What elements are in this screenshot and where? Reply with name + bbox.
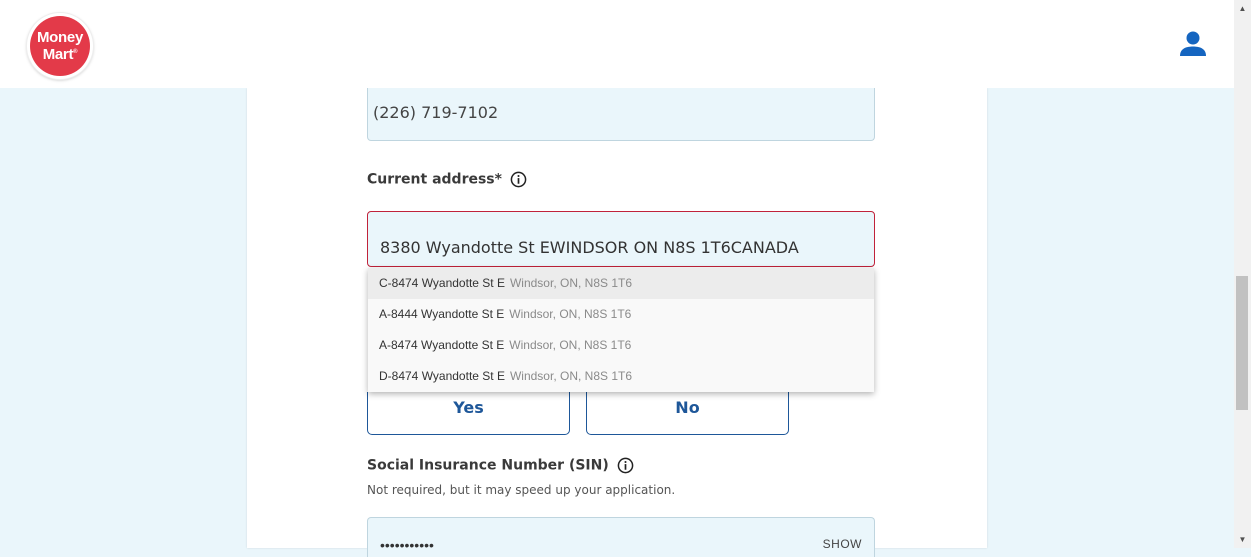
sin-label: Social Insurance Number (SIN) — [367, 457, 634, 474]
no-button[interactable]: No — [586, 392, 789, 435]
address-value: 8380 Wyandotte St EWINDSOR ON N8S 1T6CAN… — [380, 238, 799, 257]
suggestion-city: Windsor, ON, N8S 1T6 — [509, 276, 633, 290]
page-scrollbar[interactable]: ▲ ▼ — [1234, 0, 1251, 548]
suggestion-street: A-8474 Wyandotte St E — [379, 338, 505, 352]
suggestion-item[interactable]: A-8444 Wyandotte St E Windsor, ON, N8S 1T… — [368, 299, 874, 330]
scrollbar-thumb[interactable] — [1236, 276, 1248, 410]
suggestion-city: Windsor, ON, N8S 1T6 — [509, 307, 632, 321]
sin-value: ••••••••••• — [380, 537, 434, 553]
current-address-label: Current address* — [367, 171, 527, 188]
logo-line2: Mart® — [42, 46, 78, 63]
suggestion-item[interactable]: A-8474 Wyandotte St E Windsor, ON, N8S 1T… — [368, 330, 874, 361]
suggestion-item[interactable]: C-8474 Wyandotte St E Windsor, ON, N8S 1T… — [368, 268, 874, 299]
suggestion-city: Windsor, ON, N8S 1T6 — [509, 338, 632, 352]
suggestion-street: C-8474 Wyandotte St E — [379, 276, 505, 290]
site-header: Money Mart® — [0, 0, 1234, 88]
yes-button[interactable]: Yes — [367, 392, 570, 435]
sin-helper-text: Not required, but it may speed up your a… — [367, 483, 676, 497]
address-suggestions-dropdown: C-8474 Wyandotte St E Windsor, ON, N8S 1T… — [368, 268, 874, 392]
info-icon[interactable] — [510, 171, 527, 188]
current-address-input[interactable]: 8380 Wyandotte St EWINDSOR ON N8S 1T6CAN… — [367, 211, 875, 267]
phone-value: (226) 719-7102 — [373, 103, 499, 122]
scroll-down-arrow-icon[interactable]: ▼ — [1234, 531, 1251, 548]
sin-input[interactable]: ••••••••••• SHOW — [367, 517, 875, 557]
suggestion-street: D-8474 Wyandotte St E — [379, 369, 505, 383]
money-mart-logo[interactable]: Money Mart® — [27, 13, 93, 79]
phone-field[interactable]: (226) 719-7102 — [367, 80, 875, 141]
suggestion-street: A-8444 Wyandotte St E — [379, 307, 505, 321]
logo-badge: Money Mart® — [30, 16, 90, 76]
user-icon[interactable] — [1178, 29, 1208, 59]
logo-line1: Money — [36, 29, 83, 46]
info-icon[interactable] — [617, 457, 634, 474]
show-sin-button[interactable]: SHOW — [823, 537, 862, 551]
scroll-up-arrow-icon[interactable]: ▲ — [1234, 0, 1251, 17]
suggestion-item[interactable]: D-8474 Wyandotte St E Windsor, ON, N8S 1T… — [368, 361, 874, 392]
suggestion-city: Windsor, ON, N8S 1T6 — [509, 369, 633, 383]
